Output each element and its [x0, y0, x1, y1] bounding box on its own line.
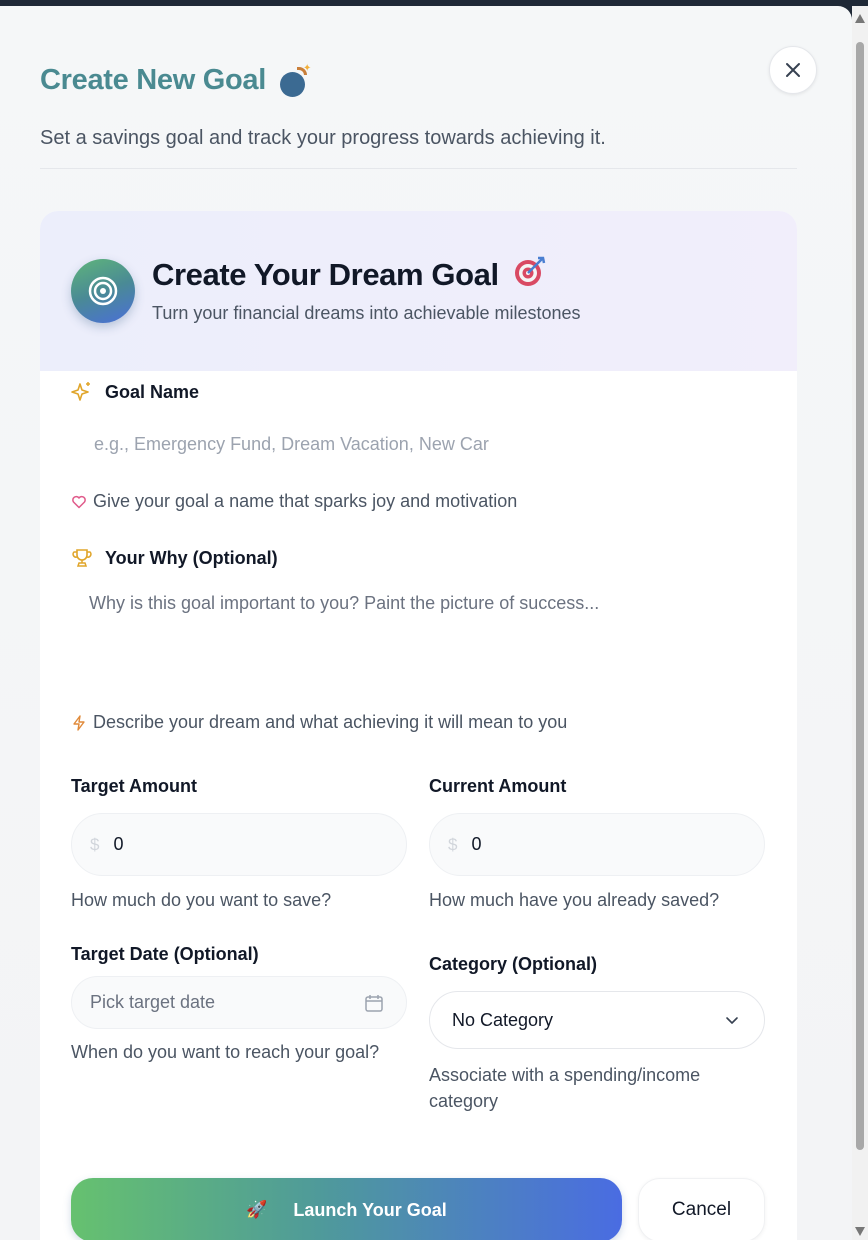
card-title: Create Your Dream Goal	[152, 256, 499, 292]
trophy-icon	[72, 549, 92, 567]
current-amount-hint: How much have you already saved?	[429, 890, 720, 910]
dialog-title: Create New Goal	[40, 64, 266, 96]
calendar-icon	[365, 994, 383, 1012]
bomb-icon: ✦	[278, 63, 311, 97]
goal-name-label: Goal Name	[71, 381, 199, 403]
target-date-placeholder: Pick target date	[90, 992, 216, 1012]
close-button[interactable]	[769, 46, 817, 94]
lightning-icon	[73, 714, 85, 731]
target-amount-value: 0	[113, 834, 124, 854]
target-amount-input[interactable]: $ 0	[71, 813, 407, 876]
category-label: Category (Optional)	[429, 954, 598, 974]
heart-icon	[72, 495, 86, 508]
why-hint-text: Describe your dream and what achieving i…	[93, 712, 568, 732]
category-selected-value: No Category	[452, 1009, 554, 1030]
goal-form-card: Create Your Dream Goal Turn your financi…	[40, 211, 797, 1240]
launch-goal-button[interactable]: 🚀 Launch Your Goal	[71, 1178, 622, 1240]
target-date-label: Target Date (Optional)	[71, 944, 259, 964]
scrollbar[interactable]	[852, 6, 868, 1240]
sparkles-icon	[71, 382, 90, 401]
launch-goal-label: Launch Your Goal	[293, 1199, 447, 1220]
scroll-up-arrow[interactable]	[855, 14, 865, 23]
why-hint: Describe your dream and what achieving i…	[71, 712, 567, 733]
why-textarea[interactable]: Why is this goal important to you? Paint…	[89, 593, 599, 614]
currency-symbol: $	[90, 834, 100, 854]
chevron-down-icon	[726, 1017, 738, 1024]
goal-name-hint: Give your goal a name that sparks joy an…	[71, 491, 517, 512]
rocket-icon: 🚀	[246, 1200, 268, 1219]
current-amount-value: 0	[471, 834, 482, 854]
create-goal-dialog: Create New Goal ✦ Set a savings goal and…	[0, 6, 852, 1240]
scroll-thumb[interactable]	[856, 42, 864, 1150]
dialog-title-row: Create New Goal ✦	[40, 63, 311, 97]
scroll-down-arrow[interactable]	[855, 1227, 865, 1236]
dart-target-icon	[513, 255, 547, 294]
target-icon	[71, 259, 135, 323]
why-label: Your Why (Optional)	[71, 547, 278, 569]
target-date-picker[interactable]: Pick target date	[71, 976, 407, 1029]
current-amount-input[interactable]: $ 0	[429, 813, 765, 876]
goal-name-hint-text: Give your goal a name that sparks joy an…	[93, 491, 518, 511]
card-subtitle: Turn your financial dreams into achievab…	[152, 303, 581, 323]
target-amount-label: Target Amount	[71, 776, 197, 796]
target-date-hint: When do you want to reach your goal?	[71, 1042, 380, 1062]
card-header: Create Your Dream Goal Turn your financi…	[40, 211, 797, 371]
close-icon	[786, 63, 800, 77]
card-title-row: Create Your Dream Goal	[152, 255, 547, 294]
cancel-button[interactable]: Cancel	[638, 1178, 765, 1240]
current-amount-label: Current Amount	[429, 776, 567, 796]
target-amount-hint: How much do you want to save?	[71, 890, 332, 910]
dialog-subtitle: Set a savings goal and track your progre…	[40, 127, 606, 149]
why-label-text: Your Why (Optional)	[105, 547, 278, 568]
goal-name-label-text: Goal Name	[105, 381, 200, 402]
goal-name-input[interactable]: e.g., Emergency Fund, Dream Vacation, Ne…	[94, 434, 489, 455]
category-hint: Associate with a spending/income categor…	[429, 1065, 701, 1111]
category-select[interactable]: No Category	[429, 991, 765, 1049]
currency-symbol: $	[448, 834, 458, 854]
divider	[40, 168, 797, 169]
